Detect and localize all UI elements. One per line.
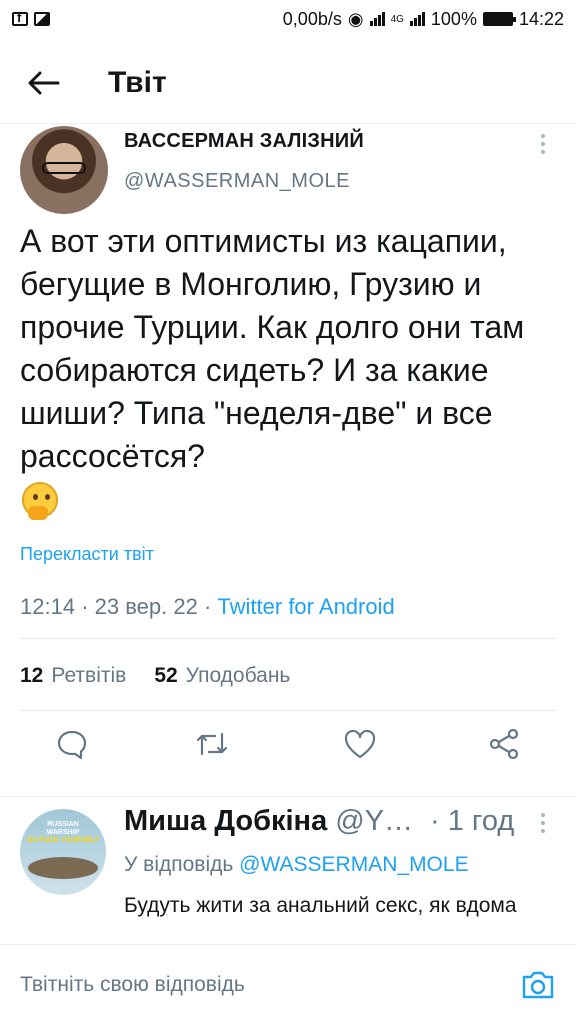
network-speed: 0,00b/s <box>282 8 342 29</box>
reply-author-name[interactable]: Миша Добкіна <box>124 805 327 837</box>
tweet-source-link[interactable]: Twitter for Android <box>217 594 394 619</box>
reply-composer[interactable]: Твітніть свою відповідь <box>0 944 576 1024</box>
reply-to-line: У відповідь @WASSERMAN_MOLE <box>124 853 469 877</box>
reply-author-handle[interactable]: @Y… <box>335 805 413 837</box>
like-icon <box>344 729 376 759</box>
avatar-text-line: GO FUCK YOURSELF <box>26 837 100 844</box>
reply-time: · 1 год <box>430 805 515 837</box>
battery-percent: 100% <box>430 8 477 29</box>
tweet-time: 12:14 <box>20 594 76 619</box>
retweet-icon <box>196 732 228 756</box>
signal-icon-2 <box>409 12 425 26</box>
reply-author-avatar[interactable]: RUSSIAN WARSHIP GO FUCK YOURSELF <box>20 809 106 895</box>
translate-tweet-link[interactable]: Перекласти твіт <box>20 544 154 565</box>
battery-icon <box>482 12 516 26</box>
divider <box>20 710 556 711</box>
thinking-face-icon <box>22 482 58 520</box>
status-bar: 0,00b/s ◉ 4G 100% 14:22 <box>0 0 576 38</box>
island-image <box>28 857 98 879</box>
tweet-date: 23 вер. 22 <box>94 594 198 619</box>
network-type: 4G <box>390 13 404 25</box>
avatar-text-line: RUSSIAN <box>47 821 79 828</box>
wifi-icon: ◉ <box>347 8 364 29</box>
tweet-text: А вот эти оптимисты из кацапии, бегущие … <box>20 223 525 474</box>
image-notification-icon <box>34 12 50 26</box>
retweets-count[interactable]: 12 <box>20 664 43 688</box>
camera-icon <box>522 971 554 999</box>
likes-label[interactable]: Уподобань <box>186 664 291 688</box>
more-options-icon[interactable] <box>540 134 546 154</box>
clock: 14:22 <box>518 8 564 29</box>
page-title: Твіт <box>108 65 167 99</box>
avatar-text-line: WARSHIP <box>46 829 80 836</box>
more-options-icon[interactable] <box>540 813 546 833</box>
reply-author-line[interactable]: Миша Добкіна @Y… <box>124 805 413 838</box>
tweet-actions <box>0 724 576 774</box>
retweets-label[interactable]: Ретвітів <box>51 664 126 688</box>
reply-button[interactable] <box>52 724 92 764</box>
facebook-notification-icon <box>12 10 28 26</box>
signal-icon <box>369 12 385 26</box>
share-icon <box>489 728 519 760</box>
divider <box>20 638 556 639</box>
like-button[interactable] <box>340 724 380 764</box>
reply-to-label: У відповідь <box>124 853 234 876</box>
retweet-button[interactable] <box>192 724 232 764</box>
reply-input[interactable]: Твітніть свою відповідь <box>20 973 245 997</box>
reply-text: Будуть жити за анальний секс, як вдома <box>124 894 517 917</box>
author-avatar[interactable] <box>20 126 108 214</box>
likes-count[interactable]: 52 <box>154 664 177 688</box>
arrow-left-icon <box>28 71 60 94</box>
reply-icon <box>57 730 87 760</box>
back-button[interactable] <box>24 63 64 103</box>
header: Твіт <box>0 42 576 124</box>
tweet-stats: 12 Ретвітів 52 Уподобань <box>20 664 290 688</box>
reply-to-handle-link[interactable]: @WASSERMAN_MOLE <box>239 853 468 876</box>
tweet-meta: 12:14 · 23 вер. 22 · Twitter for Android <box>20 594 395 619</box>
glasses-icon <box>42 162 86 174</box>
reply-tweet[interactable]: RUSSIAN WARSHIP GO FUCK YOURSELF Миша До… <box>0 796 576 944</box>
author-handle[interactable]: @WASSERMAN_MOLE <box>124 170 350 193</box>
author-name[interactable]: ВАССЕРМАН ЗАЛІЗНИЙ <box>124 130 364 153</box>
share-button[interactable] <box>484 724 524 764</box>
camera-button[interactable] <box>520 969 556 1001</box>
